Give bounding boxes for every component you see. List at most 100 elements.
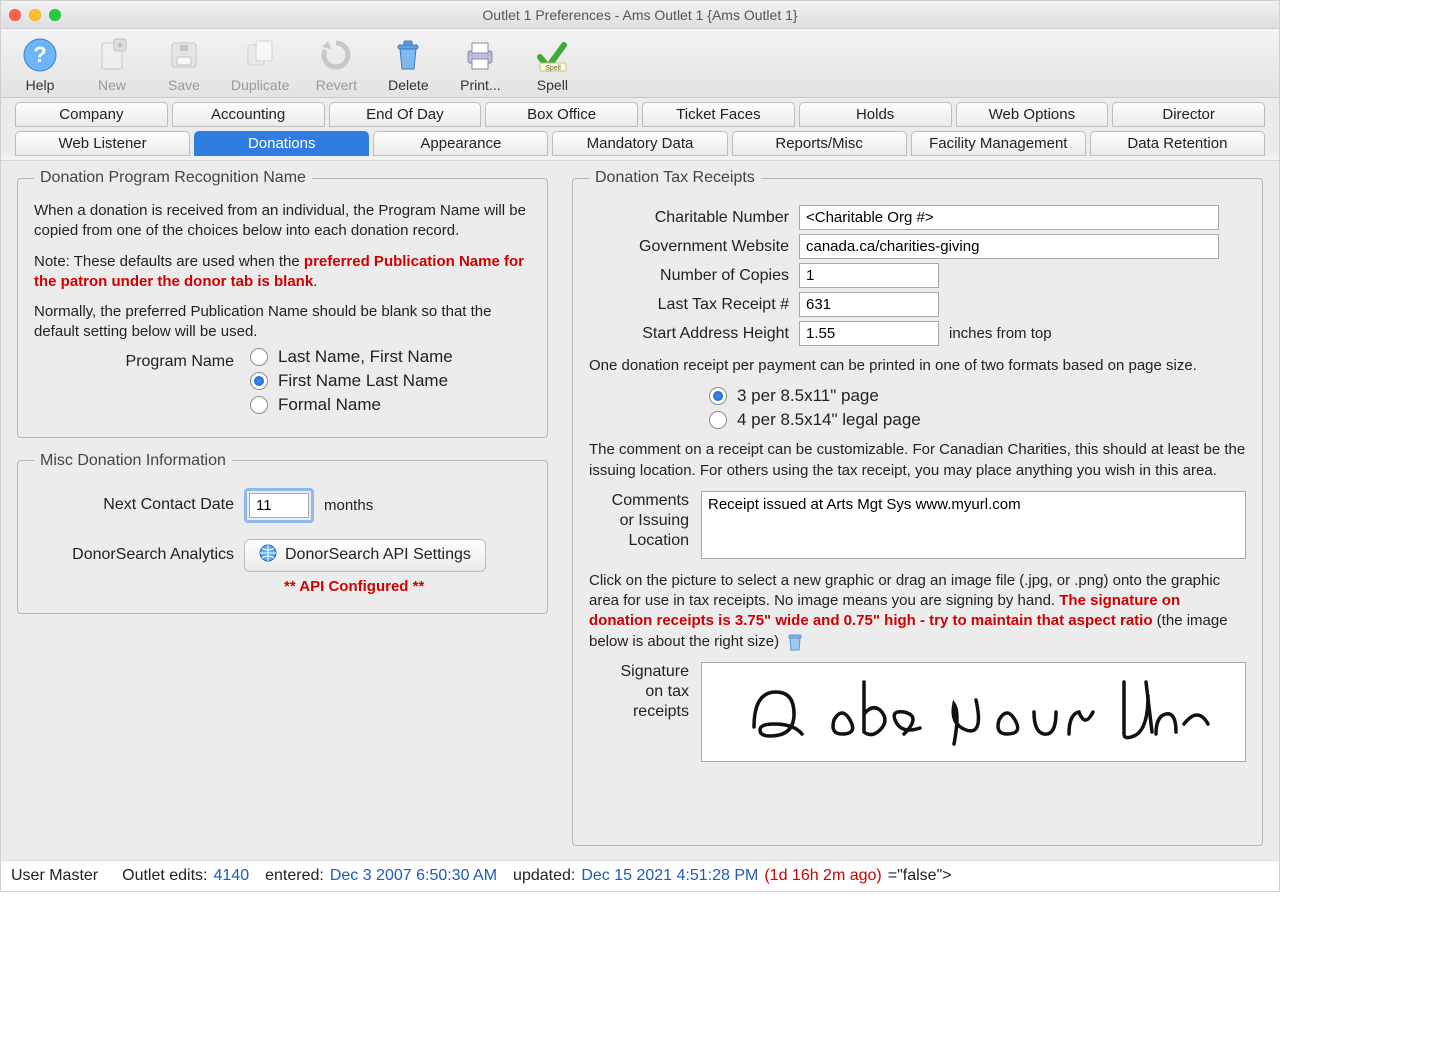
- graphic-intro: Click on the picture to select a new gra…: [589, 571, 1246, 652]
- format-option-legal[interactable]: 4 per 8.5x14" legal page: [709, 410, 1246, 430]
- left-column: Donation Program Recognition Name When a…: [15, 169, 550, 846]
- gov-website-input[interactable]: [799, 234, 1219, 259]
- status-entered-value: Dec 3 2007 6:50:30 AM: [330, 867, 497, 885]
- print-icon: [460, 35, 500, 75]
- tax-receipts-group: Donation Tax Receipts Charitable Number …: [572, 169, 1263, 846]
- signature-label: Signature on tax receipts: [589, 662, 689, 722]
- tab-web-listener[interactable]: Web Listener: [15, 131, 190, 156]
- delete-button[interactable]: Delete: [383, 35, 433, 93]
- window-title: Outlet 1 Preferences - Ams Outlet 1 {Ams…: [1, 7, 1279, 23]
- recognition-name-legend: Donation Program Recognition Name: [34, 169, 312, 187]
- tab-end-of-day[interactable]: End Of Day: [329, 102, 482, 127]
- clear-signature-button[interactable]: [787, 632, 803, 652]
- toolbar: ? Help + New Save Duplicate Reve: [1, 29, 1279, 98]
- addr-height-input[interactable]: [799, 321, 939, 346]
- duplicate-icon: [240, 35, 280, 75]
- duplicate-button[interactable]: Duplicate: [231, 35, 289, 93]
- status-updated-value: Dec 15 2021 4:51:28 PM: [581, 867, 758, 885]
- program-name-option-formal[interactable]: Formal Name: [250, 395, 531, 415]
- charitable-number-input[interactable]: [799, 205, 1219, 230]
- revert-button[interactable]: Revert: [311, 35, 361, 93]
- tab-ticket-faces[interactable]: Ticket Faces: [642, 102, 795, 127]
- trash-icon: [388, 35, 428, 75]
- program-name-label: Program Name: [34, 353, 234, 371]
- tab-holds[interactable]: Holds: [799, 102, 952, 127]
- radio-icon: [250, 396, 268, 414]
- donorsearch-settings-button[interactable]: DonorSearch API Settings: [244, 539, 486, 572]
- svg-text:Spell: Spell: [546, 65, 562, 72]
- status-edits-label: Outlet edits:: [122, 867, 207, 885]
- next-contact-unit: months: [324, 497, 373, 514]
- next-contact-label: Next Contact Date: [34, 496, 234, 514]
- format-option-letter[interactable]: 3 per 8.5x11" page: [709, 386, 1246, 406]
- signature-image: [724, 672, 1224, 752]
- tabs-area: Company Accounting End Of Day Box Office…: [1, 98, 1279, 156]
- new-icon: +: [92, 35, 132, 75]
- tab-data-retention[interactable]: Data Retention: [1090, 131, 1265, 156]
- program-name-option-last-first[interactable]: Last Name, First Name: [250, 347, 531, 367]
- save-icon: [164, 35, 204, 75]
- spell-button[interactable]: Spell Spell: [527, 35, 577, 93]
- close-window-button[interactable]: [9, 9, 21, 21]
- tab-reports-misc[interactable]: Reports/Misc: [732, 131, 907, 156]
- right-column: Donation Tax Receipts Charitable Number …: [570, 169, 1265, 846]
- titlebar: Outlet 1 Preferences - Ams Outlet 1 {Ams…: [1, 1, 1279, 29]
- spell-icon: Spell: [532, 35, 572, 75]
- revert-icon: [316, 35, 356, 75]
- radio-icon: [709, 411, 727, 429]
- zoom-window-button[interactable]: [49, 9, 61, 21]
- preferences-window: Outlet 1 Preferences - Ams Outlet 1 {Ams…: [0, 0, 1280, 892]
- addr-height-unit: inches from top: [949, 325, 1052, 342]
- save-button[interactable]: Save: [159, 35, 209, 93]
- radio-icon: [250, 372, 268, 390]
- donorsearch-label: DonorSearch Analytics: [34, 546, 234, 564]
- addr-height-label: Start Address Height: [589, 325, 789, 343]
- tab-company[interactable]: Company: [15, 102, 168, 127]
- tax-receipts-legend: Donation Tax Receipts: [589, 169, 761, 187]
- tab-row-2: Web Listener Donations Appearance Mandat…: [15, 131, 1265, 156]
- misc-donation-group: Misc Donation Information Next Contact D…: [17, 452, 548, 614]
- recognition-note-defaults: Note: These defaults are used when the p…: [34, 252, 531, 293]
- signature-image-well[interactable]: [701, 662, 1246, 762]
- tab-row-1: Company Accounting End Of Day Box Office…: [15, 102, 1265, 127]
- misc-donation-legend: Misc Donation Information: [34, 452, 232, 470]
- help-icon: ?: [20, 35, 60, 75]
- tab-donations[interactable]: Donations: [194, 131, 369, 156]
- status-edits-value: 4140: [214, 867, 250, 885]
- status-bar: User Master Outlet edits: 4140 entered: …: [1, 860, 1279, 891]
- tab-mandatory-data[interactable]: Mandatory Data: [552, 131, 727, 156]
- content-area: Donation Program Recognition Name When a…: [1, 160, 1279, 860]
- recognition-intro-1: When a donation is received from an indi…: [34, 201, 531, 242]
- program-name-option-first-last[interactable]: First Name Last Name: [250, 371, 531, 391]
- gov-website-label: Government Website: [589, 238, 789, 256]
- next-contact-field-focus: [244, 488, 314, 523]
- svg-text:?: ?: [33, 42, 46, 67]
- tab-appearance[interactable]: Appearance: [373, 131, 548, 156]
- status-entered-label: entered:: [265, 867, 324, 885]
- tab-web-options[interactable]: Web Options: [956, 102, 1109, 127]
- comments-textarea[interactable]: Receipt issued at Arts Mgt Sys www.myurl…: [701, 491, 1246, 559]
- tab-director[interactable]: Director: [1112, 102, 1265, 127]
- next-contact-input[interactable]: [249, 493, 309, 518]
- new-button[interactable]: + New: [87, 35, 137, 93]
- copies-input[interactable]: [799, 263, 939, 288]
- status-updated-label: updated:: [513, 867, 575, 885]
- window-controls: [9, 9, 61, 21]
- charitable-number-label: Charitable Number: [589, 209, 789, 227]
- last-receipt-input[interactable]: [799, 292, 939, 317]
- tab-box-office[interactable]: Box Office: [485, 102, 638, 127]
- recognition-name-group: Donation Program Recognition Name When a…: [17, 169, 548, 438]
- tab-facility-management[interactable]: Facility Management: [911, 131, 1086, 156]
- print-button[interactable]: Print...: [455, 35, 505, 93]
- radio-icon: [709, 387, 727, 405]
- minimize-window-button[interactable]: [29, 9, 41, 21]
- globe-icon: [259, 544, 277, 567]
- status-updated-ago: (1d 16h 2m ago): [764, 867, 881, 885]
- last-receipt-label: Last Tax Receipt #: [589, 296, 789, 314]
- help-button[interactable]: ? Help: [15, 35, 65, 93]
- tab-accounting[interactable]: Accounting: [172, 102, 325, 127]
- svg-text:+: +: [116, 38, 123, 52]
- status-user: User Master: [11, 867, 98, 885]
- comment-intro: The comment on a receipt can be customiz…: [589, 440, 1246, 481]
- format-intro: One donation receipt per payment can be …: [589, 356, 1246, 376]
